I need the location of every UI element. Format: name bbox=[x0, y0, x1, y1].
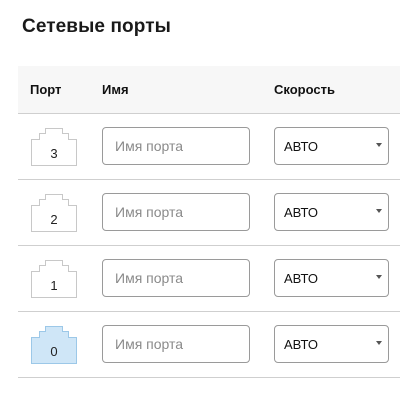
speed-select[interactable]: АВТО bbox=[274, 325, 389, 363]
speed-value: АВТО bbox=[284, 205, 318, 220]
chevron-down-icon bbox=[376, 341, 382, 345]
chevron-down-icon bbox=[376, 209, 382, 213]
speed-select[interactable]: АВТО bbox=[274, 127, 389, 165]
table-row: 0 АВТО bbox=[18, 312, 400, 378]
header-port: Порт bbox=[30, 82, 62, 97]
table-row: 3 АВТО bbox=[18, 114, 400, 180]
chevron-down-icon bbox=[376, 275, 382, 279]
speed-value: АВТО bbox=[284, 271, 318, 286]
port-name-input[interactable] bbox=[102, 325, 250, 363]
speed-select[interactable]: АВТО bbox=[274, 259, 389, 297]
table-row: 1 АВТО bbox=[18, 246, 400, 312]
table-row: 2 АВТО bbox=[18, 180, 400, 246]
port-number: 3 bbox=[50, 146, 58, 161]
chevron-down-icon bbox=[376, 143, 382, 147]
header-speed: Скорость bbox=[274, 82, 335, 97]
ethernet-port-icon: 1 bbox=[30, 259, 78, 299]
ethernet-port-icon: 3 bbox=[30, 127, 78, 167]
port-name-input[interactable] bbox=[102, 193, 250, 231]
speed-value: АВТО bbox=[284, 139, 318, 154]
ethernet-port-icon: 2 bbox=[30, 193, 78, 233]
port-number: 1 bbox=[50, 278, 58, 293]
ethernet-port-icon: 0 bbox=[30, 325, 78, 365]
port-number: 0 bbox=[50, 344, 58, 359]
speed-value: АВТО bbox=[284, 337, 318, 352]
port-name-input[interactable] bbox=[102, 127, 250, 165]
header-name: Имя bbox=[102, 82, 129, 97]
ports-table: Порт Имя Скорость 3 АВТО 2 АВТО 1 bbox=[18, 66, 400, 378]
speed-select[interactable]: АВТО bbox=[274, 193, 389, 231]
page-title: Сетевые порты bbox=[22, 16, 171, 37]
table-header: Порт Имя Скорость bbox=[18, 66, 400, 114]
port-name-input[interactable] bbox=[102, 259, 250, 297]
port-number: 2 bbox=[50, 212, 58, 227]
